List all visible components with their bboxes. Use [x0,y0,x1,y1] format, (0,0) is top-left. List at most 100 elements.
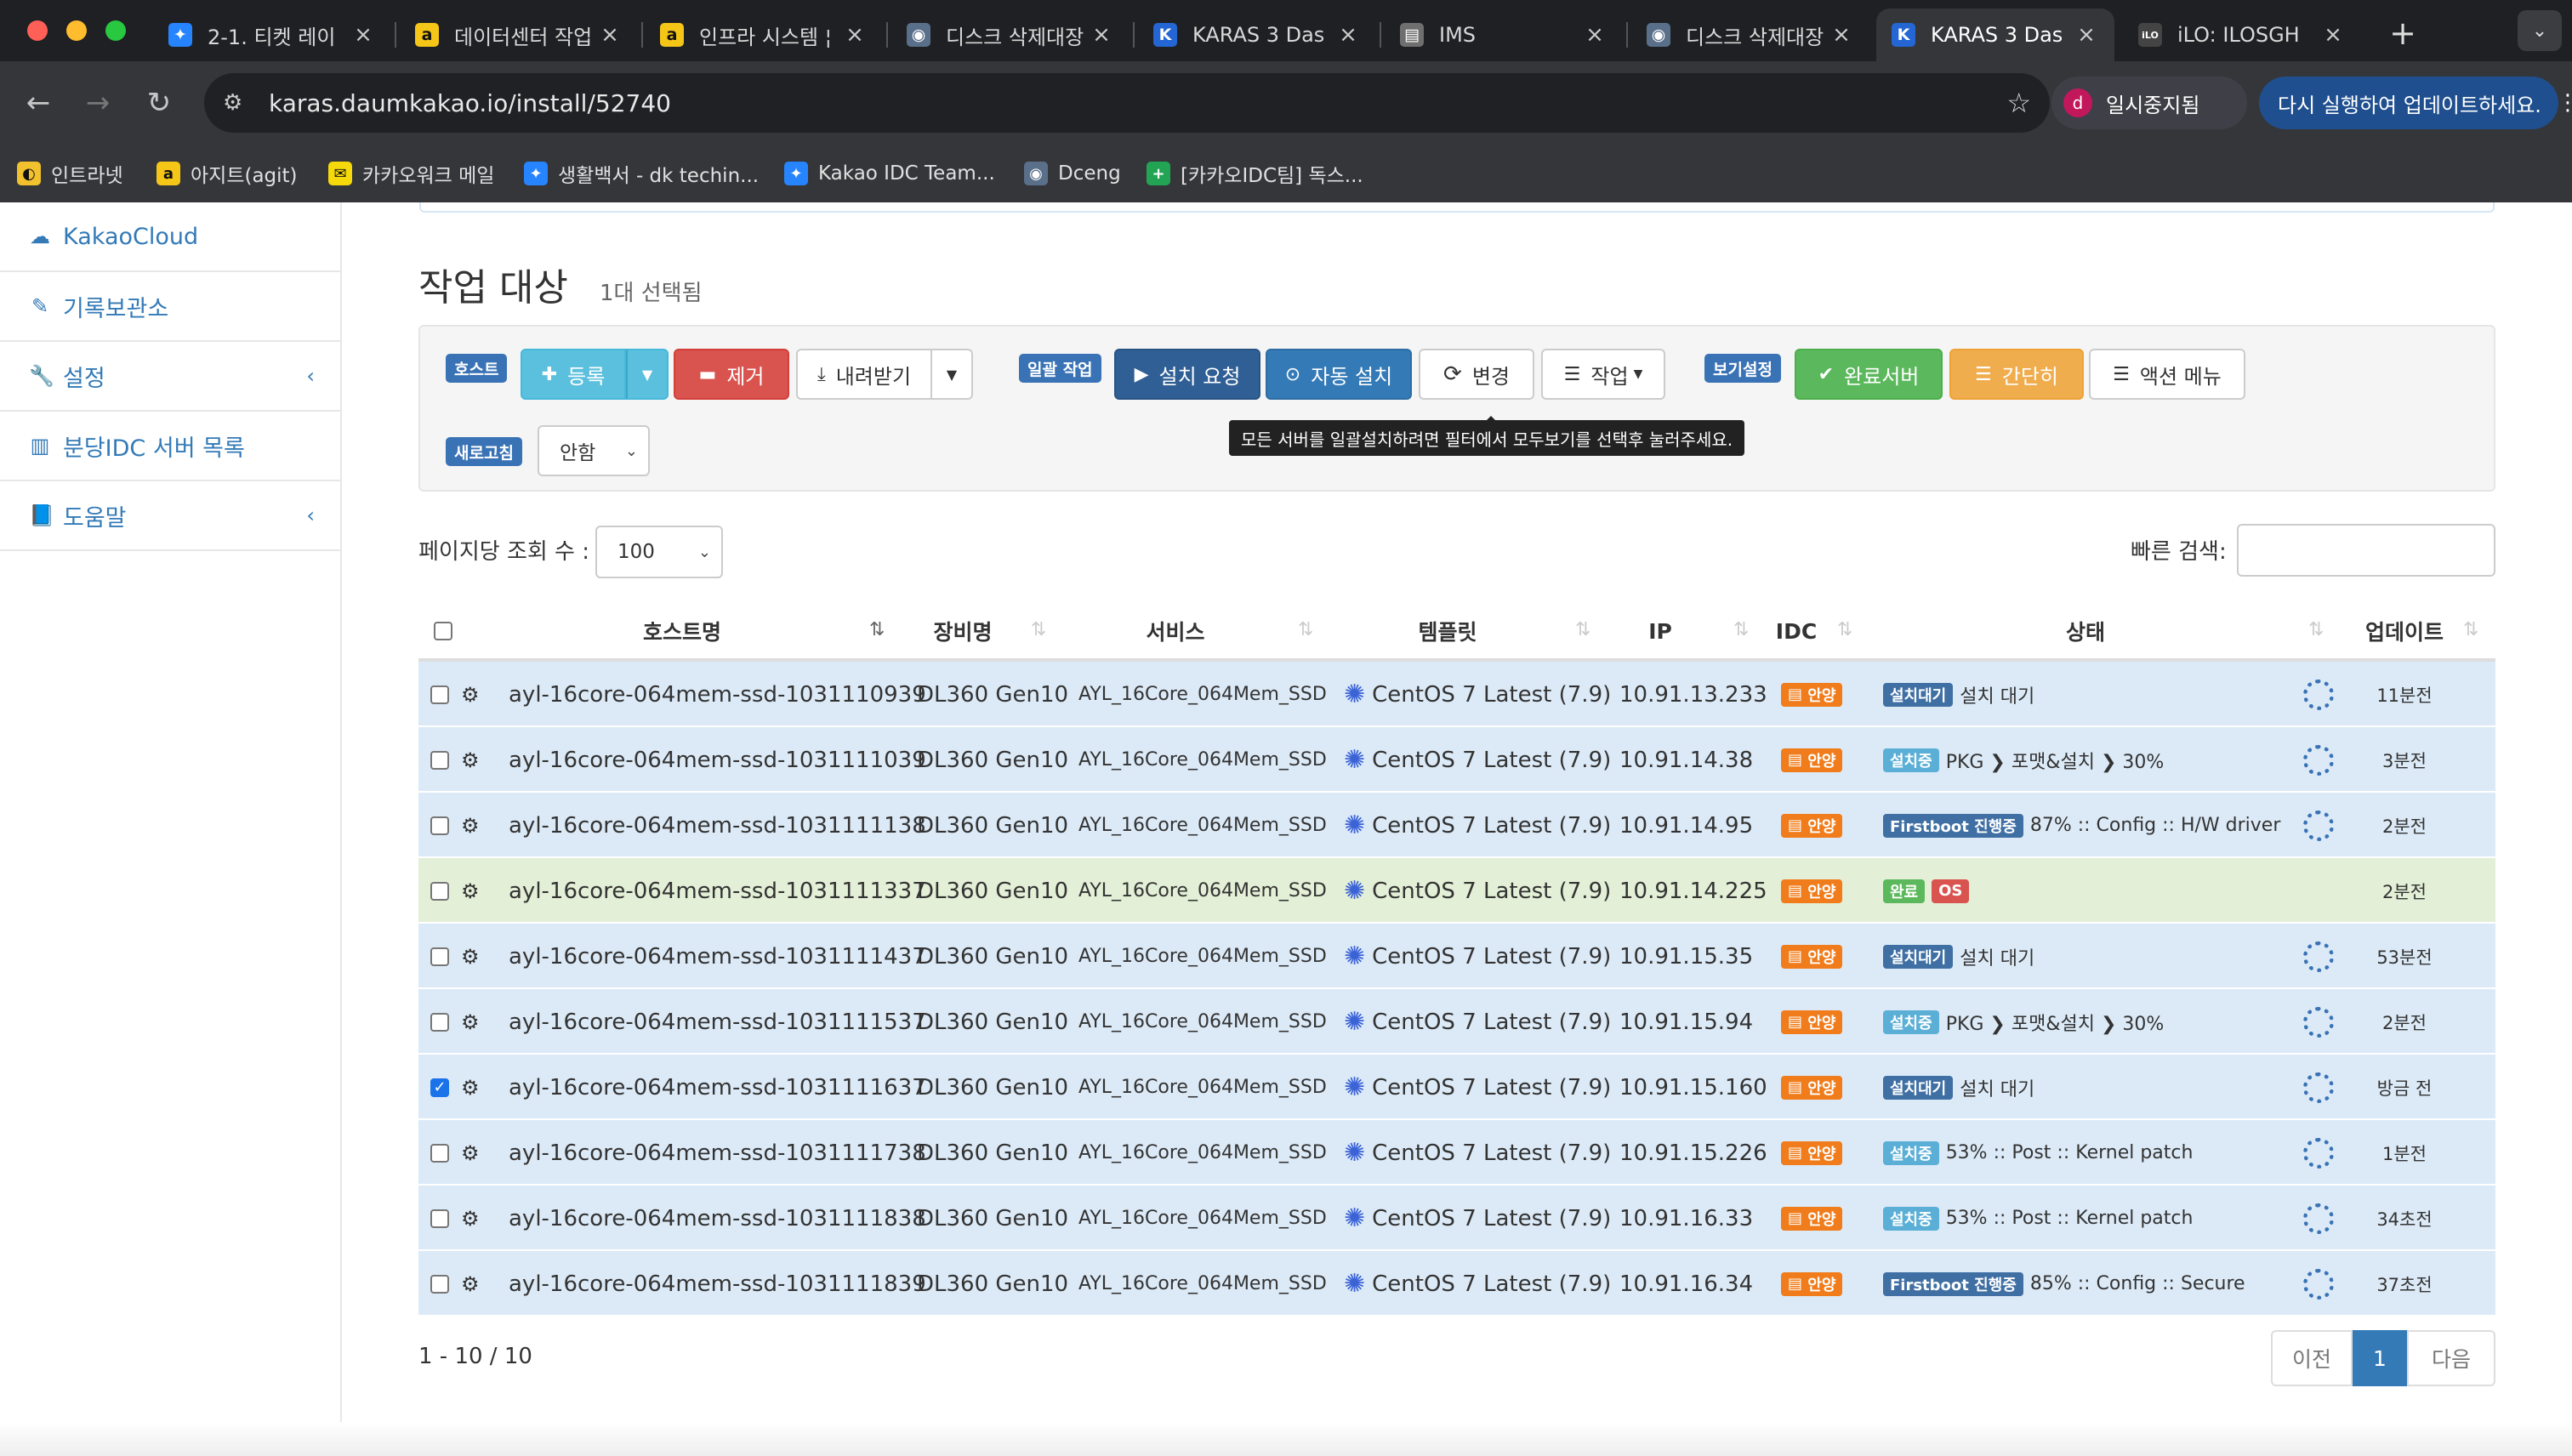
sort-icon[interactable]: ⇅ [2463,619,2478,640]
col-service[interactable]: 서비스 [1065,600,1286,662]
tab-3[interactable]: a 인프라 시스템 ¦ × [645,9,883,61]
row-checkbox[interactable] [430,1186,449,1251]
profile-button[interactable]: d 일시중지됨 [2051,77,2247,129]
sidebar-item-kakaocloud[interactable]: ☁ KakaoCloud [0,202,340,272]
change-button[interactable]: ⟳ 변경 [1419,349,1534,400]
auto-install-button[interactable]: ⊙ 자동 설치 [1266,349,1412,400]
table-row[interactable]: ⚙ ayl-16core-064mem-ssd-1031111337 DL360 G… [418,858,2495,924]
tab-8[interactable]: K KARAS 3 Das × [1876,9,2114,61]
hostname-cell[interactable]: ayl-16core-064mem-ssd-1031110939 [509,662,926,727]
hostname-cell[interactable]: ayl-16core-064mem-ssd-1031111337 [509,858,926,924]
tab-9[interactable]: iLO iLO: ILOSGH × [2123,9,2361,61]
table-row[interactable]: ⚙ ayl-16core-064mem-ssd-1031111537 DL360 G… [418,989,2495,1055]
close-tab-icon[interactable]: × [1829,22,1854,48]
bookmark-3[interactable]: ✉ 카카오워크 메일 [328,155,494,192]
col-ip[interactable]: IP [1609,600,1711,662]
row-checkbox[interactable] [430,924,449,989]
bookmark-star-icon[interactable]: ☆ [2006,87,2031,119]
col-idc[interactable]: IDC [1762,600,1830,662]
next-page-button[interactable]: 다음 [2407,1330,2495,1386]
row-checkbox[interactable] [430,727,449,793]
quick-search-input[interactable] [2237,524,2495,577]
gear-icon[interactable]: ⚙ [461,662,480,727]
gear-icon[interactable]: ⚙ [461,1251,480,1317]
gear-icon[interactable]: ⚙ [461,1186,480,1251]
table-row[interactable]: ⚙ ayl-16core-064mem-ssd-1031111437 DL360 G… [418,924,2495,989]
close-tab-icon[interactable]: × [1582,22,1608,48]
close-tab-icon[interactable]: × [1089,22,1114,48]
col-device[interactable]: 장비명 [895,600,1031,662]
action-menu-button[interactable]: ☰ 액션 메뉴 [2089,349,2245,400]
tab-search-chevron-icon[interactable]: ⌄ [2518,10,2562,51]
hostname-cell[interactable]: ayl-16core-064mem-ssd-1031111839 [509,1251,926,1317]
col-updated[interactable]: 업데이트 [2349,600,2460,662]
col-status[interactable]: 상태 [1864,600,2307,662]
maximize-window-button[interactable] [105,20,126,41]
select-all-checkbox[interactable] [430,600,456,662]
forward-arrow-icon[interactable]: → [77,82,119,124]
tab-4[interactable]: ◉ 디스크 삭제대장 × [891,9,1130,61]
tab-5[interactable]: K KARAS 3 Das × [1138,9,1376,61]
url-bar[interactable]: ⚙ karas.daumkakao.io/install/52740 ☆ [204,73,2050,133]
col-template[interactable]: 템플릿 [1320,600,1575,662]
bookmark-7[interactable]: + [카카오IDC팀] 독스... [1147,155,1363,192]
sort-icon[interactable]: ⇅ [1031,619,1046,640]
sort-icon[interactable]: ⇅ [1298,619,1313,640]
tab-2[interactable]: a 데이터센터 작업 × [400,9,638,61]
gear-icon[interactable]: ⚙ [461,1120,480,1186]
prev-page-button[interactable]: 이전 [2271,1330,2353,1386]
row-checkbox[interactable] [430,1120,449,1186]
update-button[interactable]: 다시 실행하여 업데이트하세요. ⋮ [2259,77,2572,129]
row-checkbox[interactable] [430,793,449,858]
hostname-cell[interactable]: ayl-16core-064mem-ssd-1031111437 [509,924,926,989]
register-dropdown-button[interactable]: ▼ [626,349,669,400]
download-button[interactable]: ⤓ 내려받기 [796,349,932,400]
back-arrow-icon[interactable]: ← [17,82,60,124]
bookmark-2[interactable]: a 아지트(agit) [156,155,298,192]
refresh-select[interactable]: 안함 ⌄ [538,425,650,476]
sort-icon[interactable]: ⇅ [2308,619,2324,640]
bookmark-4[interactable]: ✦ 생활백서 - dk techin... [524,155,759,192]
gear-icon[interactable]: ⚙ [461,924,480,989]
sort-icon[interactable]: ⇅ [1837,619,1852,640]
table-row[interactable]: ⚙ ayl-16core-064mem-ssd-1031111039 DL360 G… [418,727,2495,793]
close-window-button[interactable] [27,20,48,41]
install-request-button[interactable]: ▶ 설치 요청 [1114,349,1260,400]
remove-button[interactable]: ▬ 제거 [674,349,789,400]
gear-icon[interactable]: ⚙ [461,1055,480,1120]
sidebar-item-help[interactable]: 📘 도움말 ‹ [0,481,340,551]
per-page-select[interactable]: 100 ⌄ [595,526,723,578]
sidebar-item-settings[interactable]: 🔧 설정 ‹ [0,342,340,412]
done-server-button[interactable]: ✔ 완료서버 [1795,349,1943,400]
hostname-cell[interactable]: ayl-16core-064mem-ssd-1031111738 [509,1120,926,1186]
new-tab-button[interactable]: + [2381,12,2424,54]
table-row[interactable]: ⚙ ayl-16core-064mem-ssd-1031111839 DL360 G… [418,1251,2495,1317]
table-row[interactable]: ⚙ ayl-16core-064mem-ssd-1031110939 DL360 G… [418,662,2495,727]
page-1-button[interactable]: 1 [2353,1330,2407,1386]
gear-icon[interactable]: ⚙ [461,727,480,793]
tab-1[interactable]: ✦ 2-1. 티켓 레이 × [153,9,391,61]
sort-asc-icon[interactable]: ⇅ [869,619,885,640]
row-checkbox[interactable]: ✓ [430,1055,449,1120]
bookmark-6[interactable]: ◉ Dceng [1024,155,1121,192]
hostname-cell[interactable]: ayl-16core-064mem-ssd-1031111838 [509,1186,926,1251]
close-tab-icon[interactable]: × [2320,22,2346,48]
table-row[interactable]: ⚙ ayl-16core-064mem-ssd-1031111138 DL360 G… [418,793,2495,858]
site-settings-icon[interactable]: ⚙ [223,90,242,116]
sidebar-item-archive[interactable]: ✎ 기록보관소 [0,272,340,342]
row-checkbox[interactable] [430,1251,449,1317]
hostname-cell[interactable]: ayl-16core-064mem-ssd-1031111537 [509,989,926,1055]
kebab-menu-icon[interactable]: ⋮ [2557,90,2572,116]
register-button[interactable]: ✚ 등록 [521,349,626,400]
reload-icon[interactable]: ↻ [138,82,180,124]
table-row[interactable]: ✓ ⚙ ayl-16core-064mem-ssd-1031111637 DL360 … [418,1055,2495,1120]
sort-icon[interactable]: ⇅ [1575,619,1590,640]
tab-6[interactable]: ▤ IMS × [1385,9,1623,61]
row-checkbox[interactable] [430,989,449,1055]
gear-icon[interactable]: ⚙ [461,989,480,1055]
hostname-cell[interactable]: ayl-16core-064mem-ssd-1031111138 [509,793,926,858]
table-row[interactable]: ⚙ ayl-16core-064mem-ssd-1031111838 DL360 G… [418,1186,2495,1251]
close-tab-icon[interactable]: × [1335,22,1361,48]
close-tab-icon[interactable]: × [2074,22,2099,48]
sidebar-item-server-list[interactable]: ▥ 분당IDC 서버 목록 [0,412,340,481]
